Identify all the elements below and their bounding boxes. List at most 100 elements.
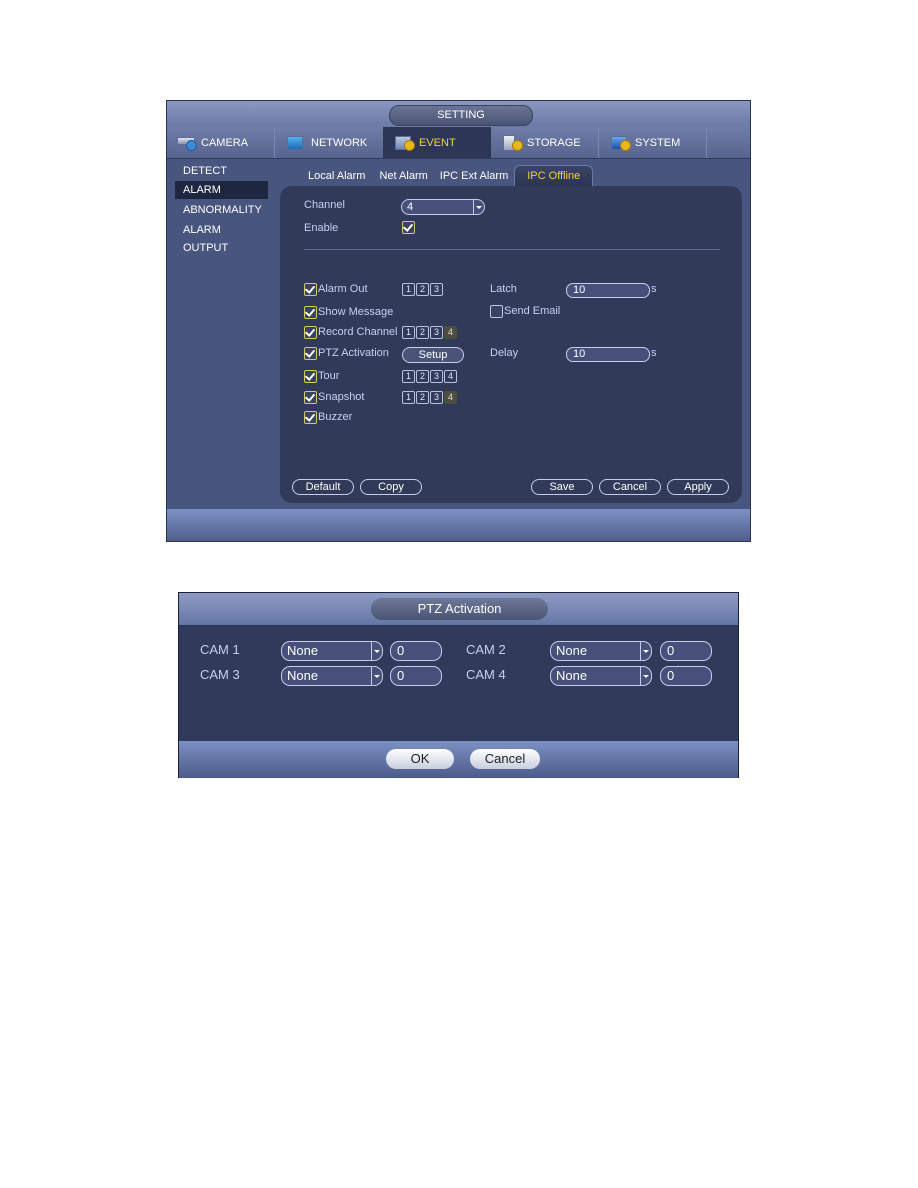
copy-button[interactable]: Copy — [360, 479, 422, 495]
ptz-type-select[interactable]: None — [281, 641, 383, 661]
system-icon — [611, 134, 631, 151]
channel-toggle[interactable]: 3 — [430, 283, 443, 296]
ptz-type-value: None — [556, 668, 588, 683]
tab-system[interactable]: SYSTEM — [599, 127, 707, 158]
channel-label: Channel — [304, 199, 345, 211]
record-channel-checkbox[interactable] — [304, 326, 317, 339]
sidebar-item-abnormality[interactable]: ABNORMALITY — [175, 201, 268, 219]
save-button[interactable]: Save — [531, 479, 593, 495]
enable-checkbox[interactable] — [402, 221, 415, 234]
cam-label: CAM 3 — [200, 667, 240, 682]
ptz-activation-label: PTZ Activation — [318, 347, 389, 359]
channel-toggle-disabled: 4 — [444, 326, 457, 339]
latch-input[interactable]: 10 — [566, 283, 650, 298]
show-message-checkbox[interactable] — [304, 306, 317, 319]
channel-toggle-disabled: 4 — [444, 391, 457, 404]
storage-icon — [503, 134, 523, 151]
latch-label: Latch — [490, 283, 517, 295]
alarm-out-checkbox[interactable] — [304, 283, 317, 296]
channel-toggle[interactable]: 3 — [430, 370, 443, 383]
sub-tab-bar: Local Alarm Net Alarm IPC Ext Alarm IPC … — [279, 165, 594, 186]
channel-toggle[interactable]: 1 — [402, 326, 415, 339]
ptz-value-input[interactable]: 0 — [390, 666, 442, 686]
sidebar-item-detect[interactable]: DETECT — [175, 162, 268, 180]
camera-icon — [177, 134, 197, 151]
snapshot-label: Snapshot — [318, 391, 365, 403]
ok-button[interactable]: OK — [386, 749, 454, 769]
settings-panel — [280, 186, 742, 503]
snapshot-checkbox[interactable] — [304, 391, 317, 404]
send-email-checkbox[interactable] — [490, 305, 503, 318]
divider — [304, 249, 720, 250]
channel-select[interactable]: 4 — [401, 199, 485, 215]
channel-toggle[interactable]: 2 — [416, 370, 429, 383]
alarm-out-channels: 1 2 3 — [402, 283, 443, 296]
latch-value: 10 — [573, 284, 586, 296]
tour-label: Tour — [318, 370, 340, 382]
delay-input[interactable]: 10 — [566, 347, 650, 362]
ptz-type-select[interactable]: None — [550, 641, 652, 661]
channel-toggle[interactable]: 2 — [416, 391, 429, 404]
default-button[interactable]: Default — [292, 479, 354, 495]
subtab-local-alarm[interactable]: Local Alarm — [302, 167, 371, 185]
ptz-type-select[interactable]: None — [550, 666, 652, 686]
delay-unit: s — [651, 347, 657, 359]
channel-toggle[interactable]: 4 — [444, 370, 457, 383]
record-channel-label: Record Channel — [318, 326, 398, 338]
tab-storage[interactable]: STORAGE — [491, 127, 599, 158]
sidebar-item-alarm[interactable]: ALARM — [175, 181, 268, 199]
cam-label: CAM 2 — [466, 642, 506, 657]
channel-toggle[interactable]: 3 — [430, 326, 443, 339]
channel-toggle[interactable]: 2 — [416, 283, 429, 296]
tab-label: SYSTEM — [635, 136, 681, 149]
ptz-type-select[interactable]: None — [281, 666, 383, 686]
cam-label: CAM 1 — [200, 642, 240, 657]
ptz-type-value: None — [287, 668, 319, 683]
tab-event[interactable]: EVENT — [383, 127, 491, 158]
sidebar-item-alarm-output[interactable]: ALARM OUTPUT — [175, 221, 268, 254]
channel-toggle[interactable]: 1 — [402, 283, 415, 296]
sidebar: DETECT ALARM ABNORMALITY ALARM OUTPUT — [167, 159, 275, 509]
chevron-down-icon — [473, 200, 484, 214]
ptz-value: 0 — [667, 668, 675, 683]
tab-network[interactable]: NETWORK — [275, 127, 383, 158]
title-bar: SETTING — [167, 101, 750, 127]
channel-toggle[interactable]: 3 — [430, 391, 443, 404]
ptz-value: 0 — [397, 668, 405, 683]
ptz-setup-button[interactable]: Setup — [402, 347, 464, 363]
tab-label: CAMERA — [201, 136, 249, 149]
channel-toggle[interactable]: 2 — [416, 326, 429, 339]
network-icon — [287, 134, 307, 151]
chevron-down-icon — [371, 642, 382, 660]
subtab-ipc-ext-alarm[interactable]: IPC Ext Alarm — [434, 167, 514, 185]
enable-label: Enable — [304, 222, 339, 234]
ptz-value: 0 — [397, 643, 405, 658]
apply-button[interactable]: Apply — [667, 479, 729, 495]
ptz-value-input[interactable]: 0 — [660, 641, 712, 661]
ptz-value-input[interactable]: 0 — [390, 641, 442, 661]
tour-checkbox[interactable] — [304, 370, 317, 383]
dialog-cancel-button[interactable]: Cancel — [470, 749, 540, 769]
channel-toggle[interactable]: 1 — [402, 370, 415, 383]
alarm-out-label: Alarm Out — [318, 283, 368, 295]
buzzer-checkbox[interactable] — [304, 411, 317, 424]
tab-camera[interactable]: CAMERA — [167, 127, 275, 158]
channel-toggle[interactable]: 1 — [402, 391, 415, 404]
chevron-down-icon — [371, 667, 382, 685]
ptz-value: 0 — [667, 643, 675, 658]
window-title: SETTING — [389, 105, 533, 126]
cancel-button[interactable]: Cancel — [599, 479, 661, 495]
dialog-title-bar: PTZ Activation — [179, 593, 738, 626]
subtab-ipc-offline[interactable]: IPC Offline — [514, 165, 594, 186]
tour-channels: 1 2 3 4 — [402, 370, 457, 383]
ptz-value-input[interactable]: 0 — [660, 666, 712, 686]
tab-label: NETWORK — [311, 136, 368, 149]
delay-label: Delay — [490, 347, 519, 359]
subtab-net-alarm[interactable]: Net Alarm — [373, 167, 433, 185]
footer-bar — [167, 509, 750, 541]
ptz-activation-checkbox[interactable] — [304, 347, 317, 360]
snapshot-channels: 1 2 3 4 — [402, 391, 457, 404]
ptz-type-value: None — [556, 643, 588, 658]
main-tab-bar: CAMERA NETWORK EVENT STORAGE SYSTEM — [167, 127, 750, 159]
setting-window: SETTING CAMERA NETWORK EVENT STORAGE SYS… — [166, 100, 751, 542]
